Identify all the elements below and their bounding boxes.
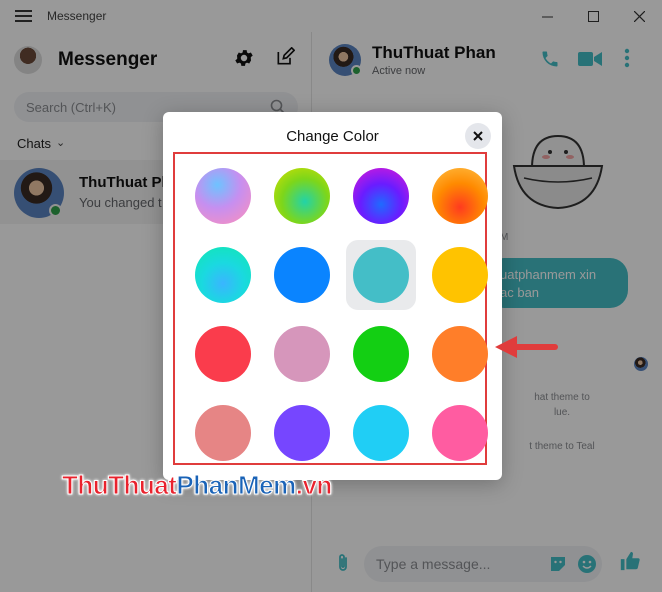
close-dialog-button[interactable]	[465, 123, 491, 149]
color-swatch-grid	[173, 152, 488, 465]
close-icon	[473, 131, 483, 141]
color-swatch-gradient-lime[interactable]	[274, 168, 330, 224]
color-swatch-gradient-berry[interactable]	[195, 168, 251, 224]
color-swatch-sky[interactable]	[353, 405, 409, 461]
color-swatch-pink[interactable]	[432, 405, 488, 461]
dialog-title: Change Color	[286, 128, 379, 145]
color-swatch-gradient-aqua[interactable]	[195, 247, 251, 303]
color-swatch-yellow[interactable]	[432, 247, 488, 303]
watermark-text: .vn	[295, 470, 333, 501]
color-swatch-gradient-ultraviolet[interactable]	[353, 168, 409, 224]
annotation-arrow-icon	[495, 336, 558, 358]
color-swatch-orange[interactable]	[432, 326, 488, 382]
color-swatch-red[interactable]	[195, 326, 251, 382]
color-swatch-gradient-sunset[interactable]	[432, 168, 488, 224]
watermark-logo: ThuThuatPhanMem.vn	[61, 470, 333, 501]
watermark-text: PhanMem	[176, 470, 297, 501]
change-color-dialog: Change Color	[163, 112, 502, 480]
color-swatch-teal[interactable]	[353, 247, 409, 303]
color-swatch-blue[interactable]	[274, 247, 330, 303]
color-swatch-purple[interactable]	[274, 405, 330, 461]
color-swatch-mauve[interactable]	[274, 326, 330, 382]
watermark-text: ThuThuat	[61, 470, 177, 501]
color-swatch-salmon[interactable]	[195, 405, 251, 461]
color-swatch-green[interactable]	[353, 326, 409, 382]
